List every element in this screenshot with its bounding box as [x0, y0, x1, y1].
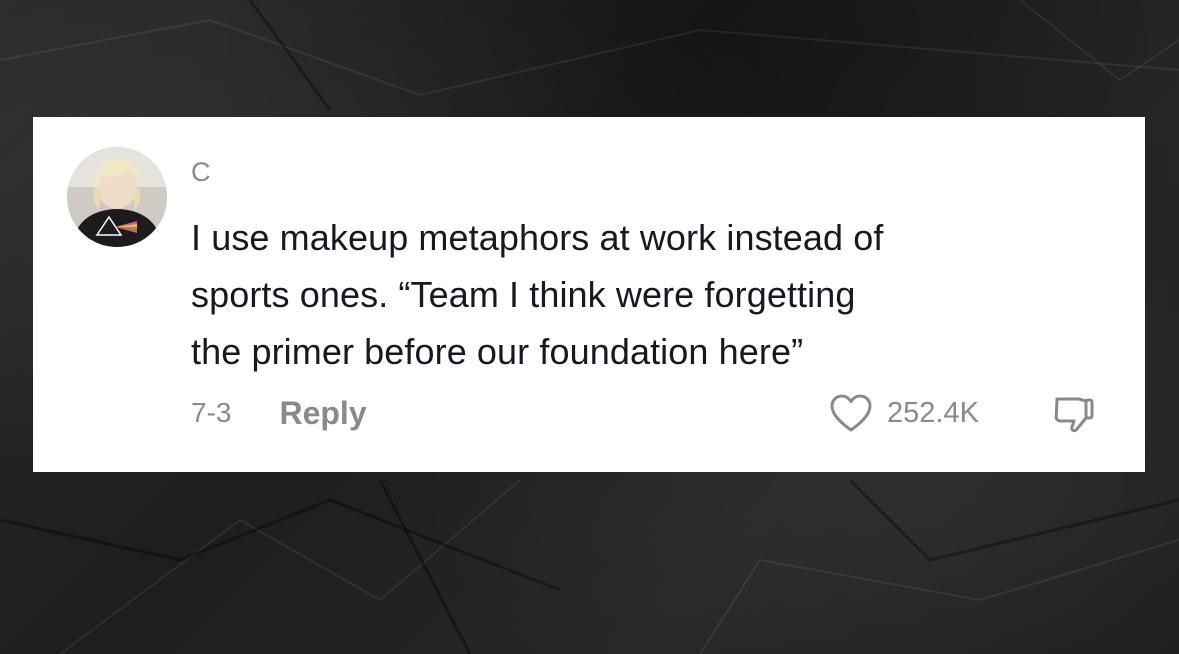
comment-meta: 7-3 Reply [191, 393, 367, 433]
reply-button[interactable]: Reply [279, 395, 366, 432]
like-button[interactable]: 252.4K [829, 393, 979, 433]
like-count: 252.4K [887, 396, 979, 429]
dislike-button[interactable] [1050, 391, 1098, 439]
comment-card: C I use makeup metaphors at work instead… [33, 117, 1145, 472]
avatar[interactable] [67, 147, 167, 247]
username[interactable]: C [191, 157, 211, 187]
thumbs-down-outline-icon [1054, 397, 1094, 433]
comment-date: 7-3 [191, 397, 232, 428]
comment-text: I use makeup metaphors at work instead o… [191, 217, 884, 372]
heart-outline-icon [830, 394, 872, 432]
